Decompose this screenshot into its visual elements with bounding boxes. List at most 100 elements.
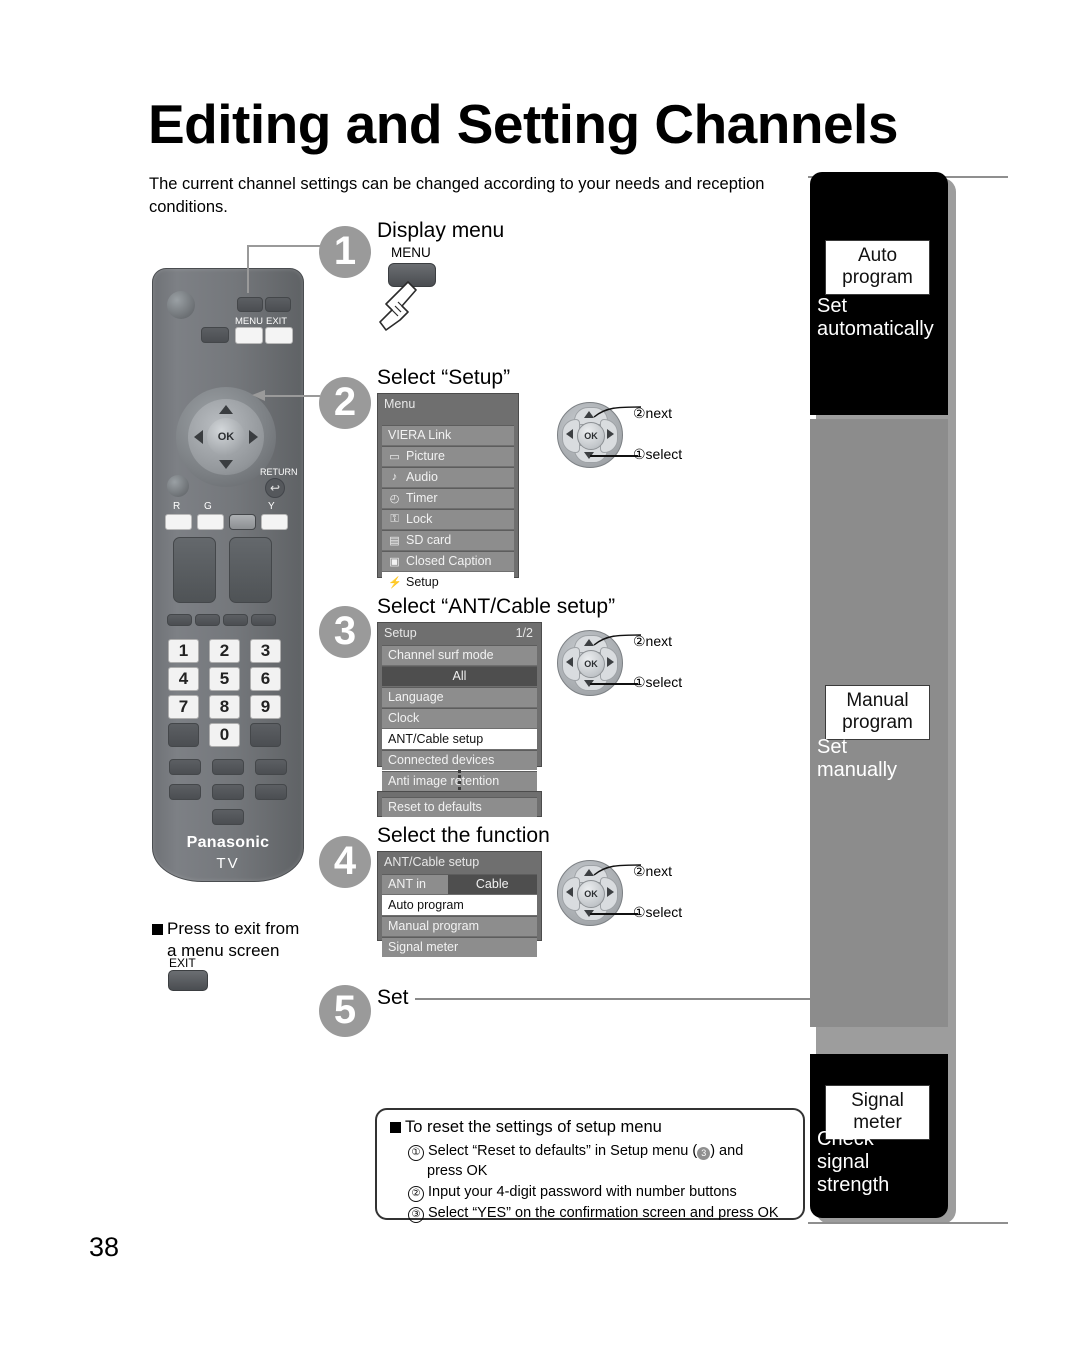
sidebar-label-manual-program: Manual program	[825, 685, 930, 740]
step-number-1-icon: ①	[408, 1145, 424, 1161]
sidebar-label-line1: Signal	[851, 1090, 904, 1111]
setup-item-language[interactable]: Language	[382, 687, 537, 707]
menu-item-label: Setup	[406, 575, 439, 589]
remote-bottom-button-5	[212, 784, 244, 800]
callout-select-step2: ①select	[633, 446, 683, 462]
menu-item-audio[interactable]: ♪ Audio	[382, 467, 514, 487]
sd-card-icon: ▤	[389, 534, 400, 547]
callout-select-step3: ①select	[633, 674, 683, 690]
setup-osd-title: Setup 1/2	[378, 623, 541, 644]
remote-return-label: RETURN	[260, 467, 298, 477]
page-title: Editing and Setting Channels	[148, 93, 898, 155]
menu-item-sd-card[interactable]: ▤ SD card	[382, 530, 514, 550]
ant-cable-item-label: Auto program	[388, 898, 464, 912]
music-note-icon: ♪	[391, 471, 398, 483]
remote-color-button-y	[261, 514, 288, 530]
remote-color-label-g: G	[204, 501, 212, 512]
menu-item-picture[interactable]: ▭ Picture	[382, 446, 514, 466]
remote-left-arrow-icon	[194, 430, 203, 444]
setup-item-channel-surf-mode[interactable]: Channel surf mode	[382, 645, 537, 665]
remote-aux-button	[201, 327, 229, 343]
remote-keypad-left-blank	[168, 723, 199, 747]
step-number-3-icon: ③	[408, 1207, 424, 1223]
step-1-heading: Display menu	[377, 219, 505, 242]
remote-channel-rocker	[229, 537, 272, 603]
dpad-left-arrow-icon	[566, 429, 573, 439]
menu-item-label: Audio	[406, 470, 438, 484]
remote-up-arrow-icon	[219, 405, 233, 414]
reset-note-step-1-text: Select “Reset to defaults” in Setup menu…	[428, 1143, 698, 1159]
setup-reset-panel: Reset to defaults	[377, 791, 542, 817]
menu-item-setup[interactable]: ⚡ Setup	[382, 572, 514, 592]
menu-item-label: SD card	[406, 533, 452, 547]
setup-item-connected-devices[interactable]: Connected devices	[382, 750, 537, 770]
setup-item-label: ANT/Cable setup	[388, 732, 484, 746]
remote-color-button-b	[229, 514, 256, 530]
sidebar-desc-line2: signal	[817, 1151, 870, 1173]
step2-callout-line	[258, 395, 320, 397]
remote-number-3: 3	[250, 639, 281, 663]
menu-item-viera-link[interactable]: VIERA Link	[382, 425, 514, 445]
setup-page-count: 1/2	[515, 626, 533, 640]
menu-button-caption: MENU	[391, 245, 431, 260]
remote-lower-round-button	[167, 475, 189, 497]
menu-item-lock[interactable]: ⚿ Lock	[382, 509, 514, 529]
ant-cable-item-signal-meter[interactable]: Signal meter	[382, 937, 537, 957]
dpad-right-arrow-icon	[607, 429, 614, 439]
dpad-ok-button[interactable]: OK	[577, 650, 605, 678]
sidebar-label-line2: program	[842, 712, 913, 733]
setup-item-label: Clock	[388, 711, 420, 725]
callout-next-step3: ②next	[633, 633, 673, 649]
menu-item-label: Picture	[406, 449, 445, 463]
remote-keypad-right-blank	[250, 723, 281, 747]
remote-menu-button	[235, 327, 263, 344]
select-callout-line-step2	[590, 455, 638, 457]
reset-note-step-1-cont: press OK	[427, 1163, 488, 1179]
remote-exit-label: EXIT	[266, 316, 288, 327]
setup-item-ant-cable-setup[interactable]: ANT/Cable setup	[382, 729, 537, 749]
remote-small-button-3	[223, 614, 248, 626]
exit-press-button[interactable]	[168, 970, 208, 991]
remote-exit-button	[265, 327, 293, 344]
sidebar-desc-line1: Check	[817, 1128, 874, 1150]
ant-cable-item-auto-program[interactable]: Auto program	[382, 895, 537, 915]
setup-osd-title-text: Setup	[384, 626, 417, 640]
setup-item-label: Reset to defaults	[388, 800, 482, 814]
dpad-ok-button[interactable]: OK	[577, 880, 605, 908]
select-callout-line-step3	[590, 683, 638, 685]
setup-item-label: Anti image retention	[388, 774, 500, 788]
menu-item-label: Closed Caption	[406, 554, 492, 568]
setup-item-label: Connected devices	[388, 753, 495, 767]
setup-value-channel-surf-mode[interactable]: All	[382, 666, 537, 686]
step-5-circle: 5	[319, 985, 371, 1037]
menu-item-closed-caption[interactable]: ▣ Closed Caption	[382, 551, 514, 571]
menu-osd-spacer	[378, 415, 518, 424]
setup-item-reset-to-defaults[interactable]: Reset to defaults	[382, 797, 537, 817]
sidebar-desc-line2: manually	[817, 759, 898, 781]
reset-note-step-1: ① Select “Reset to defaults” in Setup men…	[408, 1141, 743, 1161]
remote-color-label-r: R	[173, 501, 181, 512]
step-1-circle: 1	[319, 226, 371, 278]
setup-osd-panel: Setup 1/2 Channel surf mode All Language…	[377, 622, 542, 802]
remote-number-2: 2	[209, 639, 240, 663]
ant-in-label: ANT in	[388, 877, 426, 891]
remote-small-button-1	[167, 614, 192, 626]
remote-number-0: 0	[209, 723, 240, 747]
picture-icon: ▭	[389, 450, 400, 463]
step-4-heading: Select the function	[377, 824, 550, 847]
callout-select-step4: ①select	[633, 904, 683, 920]
menu-item-timer[interactable]: ◴ Timer	[382, 488, 514, 508]
menu-item-label: VIERA Link	[388, 428, 452, 442]
exit-note-text1: Press to exit from	[167, 919, 300, 938]
reset-note-step-3: ③ Select “YES” on the confirmation screen…	[408, 1203, 779, 1223]
ant-cable-item-manual-program[interactable]: Manual program	[382, 916, 537, 936]
remote-device-label: TV	[216, 855, 240, 872]
reset-note-title-text: To reset the settings of setup menu	[405, 1118, 662, 1136]
remote-bottom-button-6	[255, 784, 287, 800]
ant-cable-item-ant-in[interactable]: ANT in Cable	[382, 874, 537, 894]
dpad-ok-button[interactable]: OK	[577, 422, 605, 450]
remote-number-1: 1	[168, 639, 199, 663]
step-5-heading: Set	[377, 986, 409, 1009]
setup-item-clock[interactable]: Clock	[382, 708, 537, 728]
remote-top-button-2	[265, 297, 291, 312]
